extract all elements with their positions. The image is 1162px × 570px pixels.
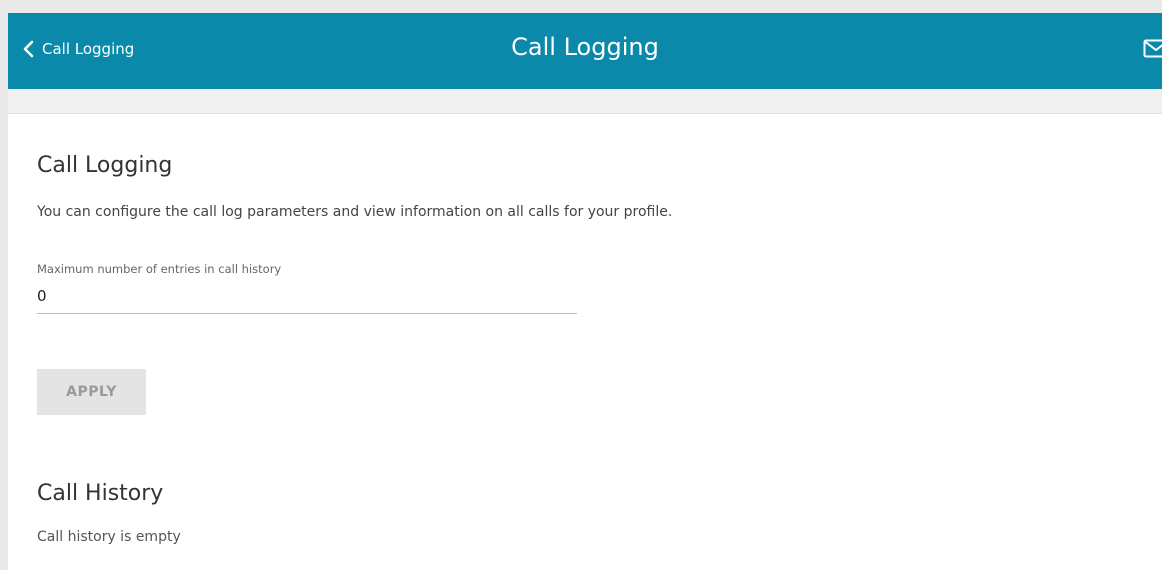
max-entries-input[interactable] — [37, 286, 577, 314]
page-title: Call Logging — [511, 33, 659, 61]
call-logging-title: Call Logging — [37, 153, 173, 178]
call-logging-description: You can configure the call log parameter… — [37, 204, 673, 220]
mail-icon[interactable] — [1143, 39, 1162, 58]
max-entries-field: Maximum number of entries in call histor… — [37, 261, 577, 314]
call-history-empty-text: Call history is empty — [37, 529, 181, 545]
page-frame: Call Logging Call Logging Call Logging Y… — [8, 13, 1162, 570]
header-shadow-band — [8, 89, 1162, 114]
max-entries-label: Maximum number of entries in call histor… — [37, 262, 282, 276]
page-header: Call Logging Call Logging — [8, 13, 1162, 89]
apply-button[interactable]: APPLY — [37, 369, 146, 415]
call-history-title: Call History — [37, 481, 164, 506]
